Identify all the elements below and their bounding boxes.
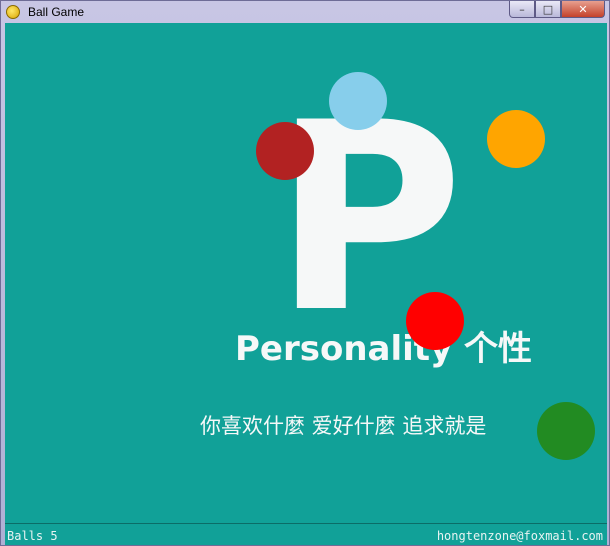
ball-sky-blue[interactable] [329,72,387,130]
window-title: Ball Game [28,5,85,19]
banner-headline: Personality 个性 [235,329,532,369]
maximize-icon: □ [542,2,554,16]
ball-dark-red[interactable] [256,122,314,180]
close-button[interactable]: ✕ [561,1,605,18]
minimize-icon: – [519,2,525,16]
banner-tagline: 你喜欢什麼 爱好什麼 追求就是 [200,414,486,438]
minimize-button[interactable]: – [509,1,535,18]
window-controls: – □ ✕ [509,1,605,18]
ball-red[interactable] [406,292,464,350]
maximize-button[interactable]: □ [535,1,561,18]
author-email: hongtenzone@foxmail.com [436,529,603,543]
ball-count: Balls 5 [7,529,58,543]
game-window: Ball Game – □ ✕ P Personality 个性 你喜欢什麼 爱… [0,0,610,546]
game-scene: P Personality 个性 你喜欢什麼 爱好什麼 追求就是 [200,68,595,460]
ball-orange[interactable] [487,110,545,168]
app-icon [6,5,20,19]
close-icon: ✕ [578,2,588,16]
title-bar[interactable]: Ball Game – □ ✕ [1,1,609,23]
ball-green[interactable] [537,402,595,460]
game-canvas[interactable]: P Personality 个性 你喜欢什麼 爱好什麼 追求就是 Balls 5… [5,23,607,545]
status-bar: Balls 5 hongtenzone@foxmail.com [5,523,607,545]
